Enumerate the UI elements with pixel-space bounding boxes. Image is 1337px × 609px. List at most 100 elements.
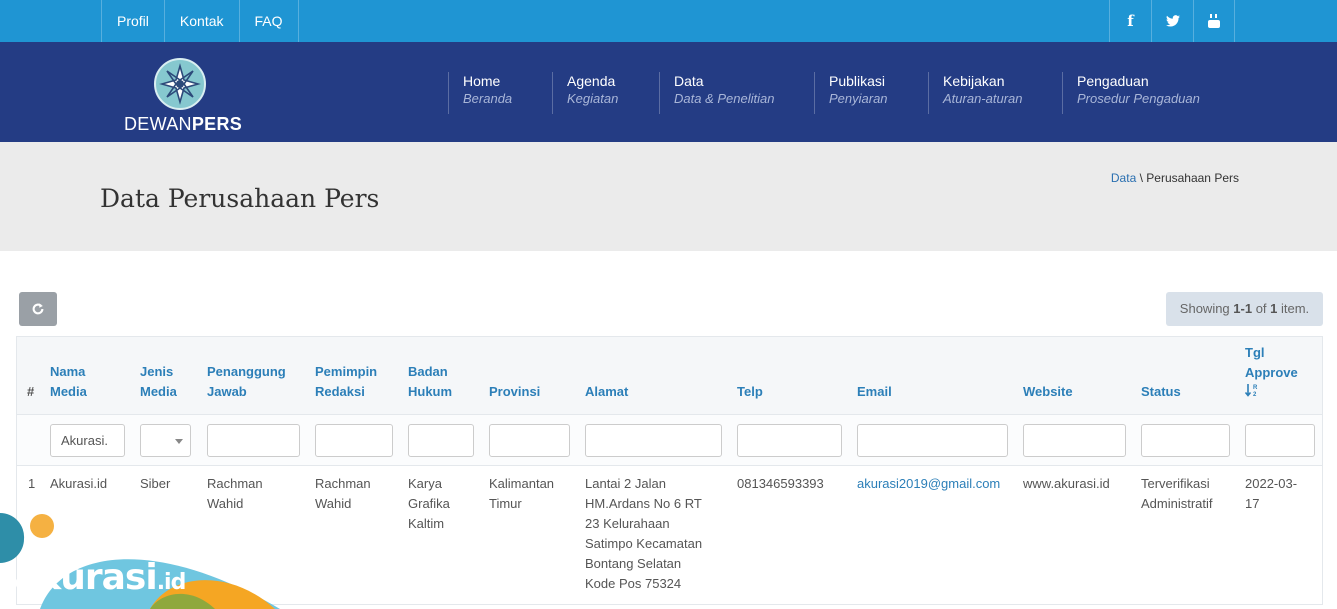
filter-input-alamat[interactable]: [585, 424, 722, 457]
filter-input-telp[interactable]: [737, 424, 842, 457]
cell-text: Siber: [140, 476, 171, 491]
cell-pj: Rachman Wahid: [207, 474, 263, 514]
refresh-button[interactable]: [19, 292, 57, 326]
top-links: Profil Kontak FAQ: [101, 0, 299, 42]
column-header-label: Media: [50, 384, 87, 399]
svg-text:2: 2: [1253, 392, 1257, 397]
filter-input-nama[interactable]: [50, 424, 125, 457]
cell-text: Terverifikasi: [1141, 476, 1210, 491]
nav-item-title: Home: [463, 73, 501, 89]
column-header-label: Badan: [408, 364, 448, 379]
column-header-nama[interactable]: Nama Media: [50, 362, 87, 402]
filter-select-jenis-media[interactable]: [140, 424, 191, 457]
top-link-kontak[interactable]: Kontak: [163, 0, 239, 42]
cell-text: Rachman: [315, 476, 371, 491]
column-header-label: Jawab: [207, 384, 247, 399]
filter-input-pj[interactable]: [207, 424, 300, 457]
column-header-prov[interactable]: Provinsi: [489, 382, 540, 402]
cell-web: www.akurasi.id: [1023, 474, 1110, 494]
top-link-profil[interactable]: Profil: [101, 0, 164, 42]
cell-text: Kaltim: [408, 516, 445, 531]
column-header-label: Status: [1141, 384, 1181, 399]
nav-item-subtitle: Data & Penelitian: [674, 91, 775, 106]
breadcrumb-current: Perusahaan Pers: [1146, 171, 1239, 185]
column-header-num: #: [27, 382, 34, 402]
logo-wordmark: DEWANPERS: [124, 114, 243, 134]
column-header-bh[interactable]: Badan Hukum: [408, 362, 452, 402]
cell-alamat: Lantai 2 Jalan HM.Ardans No 6 RT 23 Kelura…: [585, 474, 702, 594]
top-link-faq[interactable]: FAQ: [238, 0, 299, 42]
cell-text: Bontang Selatan: [585, 556, 682, 571]
nav-item-home[interactable]: Home Beranda: [448, 72, 512, 114]
cell-text: Grafika: [408, 496, 450, 511]
cell-text: 2022-03-: [1245, 476, 1298, 491]
filter-input-prov[interactable]: [489, 424, 570, 457]
watermark-text: akurasi.id: [14, 557, 186, 598]
column-header-jenis[interactable]: Jenis Media: [140, 362, 177, 402]
nav-item-agenda[interactable]: Agenda Kegiatan: [552, 72, 618, 114]
refresh-icon: [32, 303, 44, 315]
youtube-icon[interactable]: [1193, 0, 1235, 42]
filter-input-pr[interactable]: [315, 424, 393, 457]
nav-item-pengaduan[interactable]: Pengaduan Prosedur Pengaduan: [1062, 72, 1200, 114]
column-header-label: Media: [140, 384, 177, 399]
twitter-icon[interactable]: [1151, 0, 1193, 42]
nav-item-data[interactable]: Data Data & Penelitian: [659, 72, 774, 114]
column-header-label: Redaksi: [315, 384, 365, 399]
column-header-label: Provinsi: [489, 384, 541, 399]
column-header-label: #: [27, 384, 35, 399]
column-header-email[interactable]: Email: [857, 382, 892, 402]
cell-text: HM.Ardans No 6 RT: [585, 496, 702, 511]
cell-prov: Kalimantan Timur: [489, 474, 554, 514]
cell-text: Timur: [489, 496, 522, 511]
filter-input-status[interactable]: [1141, 424, 1230, 457]
email-link[interactable]: akurasi2019@gmail.com: [857, 474, 1000, 494]
dewan-pers-logo[interactable]: DEWANPERS: [124, 58, 242, 138]
nav-item-title: Kebijakan: [943, 73, 1005, 89]
social-links: f: [1109, 0, 1235, 42]
column-header-web[interactable]: Website: [1023, 382, 1073, 402]
nav-item-subtitle: Beranda: [463, 91, 513, 106]
cell-bh: Karya Grafika Kaltim: [408, 474, 450, 534]
cell-text: www.akurasi.id: [1023, 476, 1110, 491]
filter-input-web[interactable]: [1023, 424, 1126, 457]
filter-input-email[interactable]: [857, 424, 1008, 457]
nav-item-kebijakan[interactable]: Kebijakan Aturan-aturan: [928, 72, 1023, 114]
cell-text: Wahid: [207, 496, 244, 511]
cell-text: Administratif: [1141, 496, 1213, 511]
cell-status: Terverifikasi Administratif: [1141, 474, 1213, 514]
column-header-pr[interactable]: Pemimpin Redaksi: [315, 362, 377, 402]
cell-telp: 081346593393: [737, 474, 824, 494]
column-header-status[interactable]: Status: [1141, 382, 1181, 402]
column-header-label: Penanggung: [207, 364, 286, 379]
column-header-label: Pemimpin: [315, 364, 378, 379]
column-header-tgl[interactable]: Tgl Approve R 2: [1244, 343, 1298, 404]
facebook-icon[interactable]: f: [1109, 0, 1151, 42]
column-header-label: Website: [1023, 384, 1073, 399]
nav-item-title: Publikasi: [829, 73, 886, 89]
nav-item-publikasi[interactable]: Publikasi Penyiaran: [814, 72, 888, 114]
cell-text: Satimpo Kecamatan: [585, 536, 703, 551]
cell-text: Rachman: [207, 476, 263, 491]
filter-input-tgl[interactable]: [1245, 424, 1315, 457]
breadcrumb-link-data[interactable]: Data: [1111, 171, 1136, 185]
cell-pr: Rachman Wahid: [315, 474, 371, 514]
column-header-telp[interactable]: Telp: [737, 382, 763, 402]
column-header-label: Telp: [737, 384, 763, 399]
nav-item-title: Pengaduan: [1077, 73, 1149, 89]
cell-text: 23 Kelurahaan: [585, 516, 670, 531]
sort-ascending-icon[interactable]: R2: [1244, 383, 1298, 404]
cell-text: 081346593393: [737, 476, 824, 491]
breadcrumb: Data \ Perusahaan Pers: [1111, 171, 1239, 185]
table-header: # Nama Media Jenis Media Penanggung Jawab Pemim…: [17, 337, 1322, 415]
column-header-alamat[interactable]: Alamat: [585, 382, 628, 402]
page-header: Data Perusahaan Pers Data \ Perusahaan P…: [0, 142, 1337, 251]
column-header-pj[interactable]: Penanggung Jawab: [207, 362, 286, 402]
cell-num: 1: [28, 476, 36, 491]
filter-input-bh[interactable]: [408, 424, 474, 457]
main-navbar: DEWANPERS Home Beranda Agenda Kegiatan D…: [0, 42, 1337, 142]
nav-item-subtitle: Kegiatan: [567, 91, 619, 106]
column-header-label: Nama: [50, 364, 86, 379]
page-title: Data Perusahaan Pers: [100, 184, 380, 213]
akurasi-watermark-logo: akurasi.id: [0, 513, 290, 609]
